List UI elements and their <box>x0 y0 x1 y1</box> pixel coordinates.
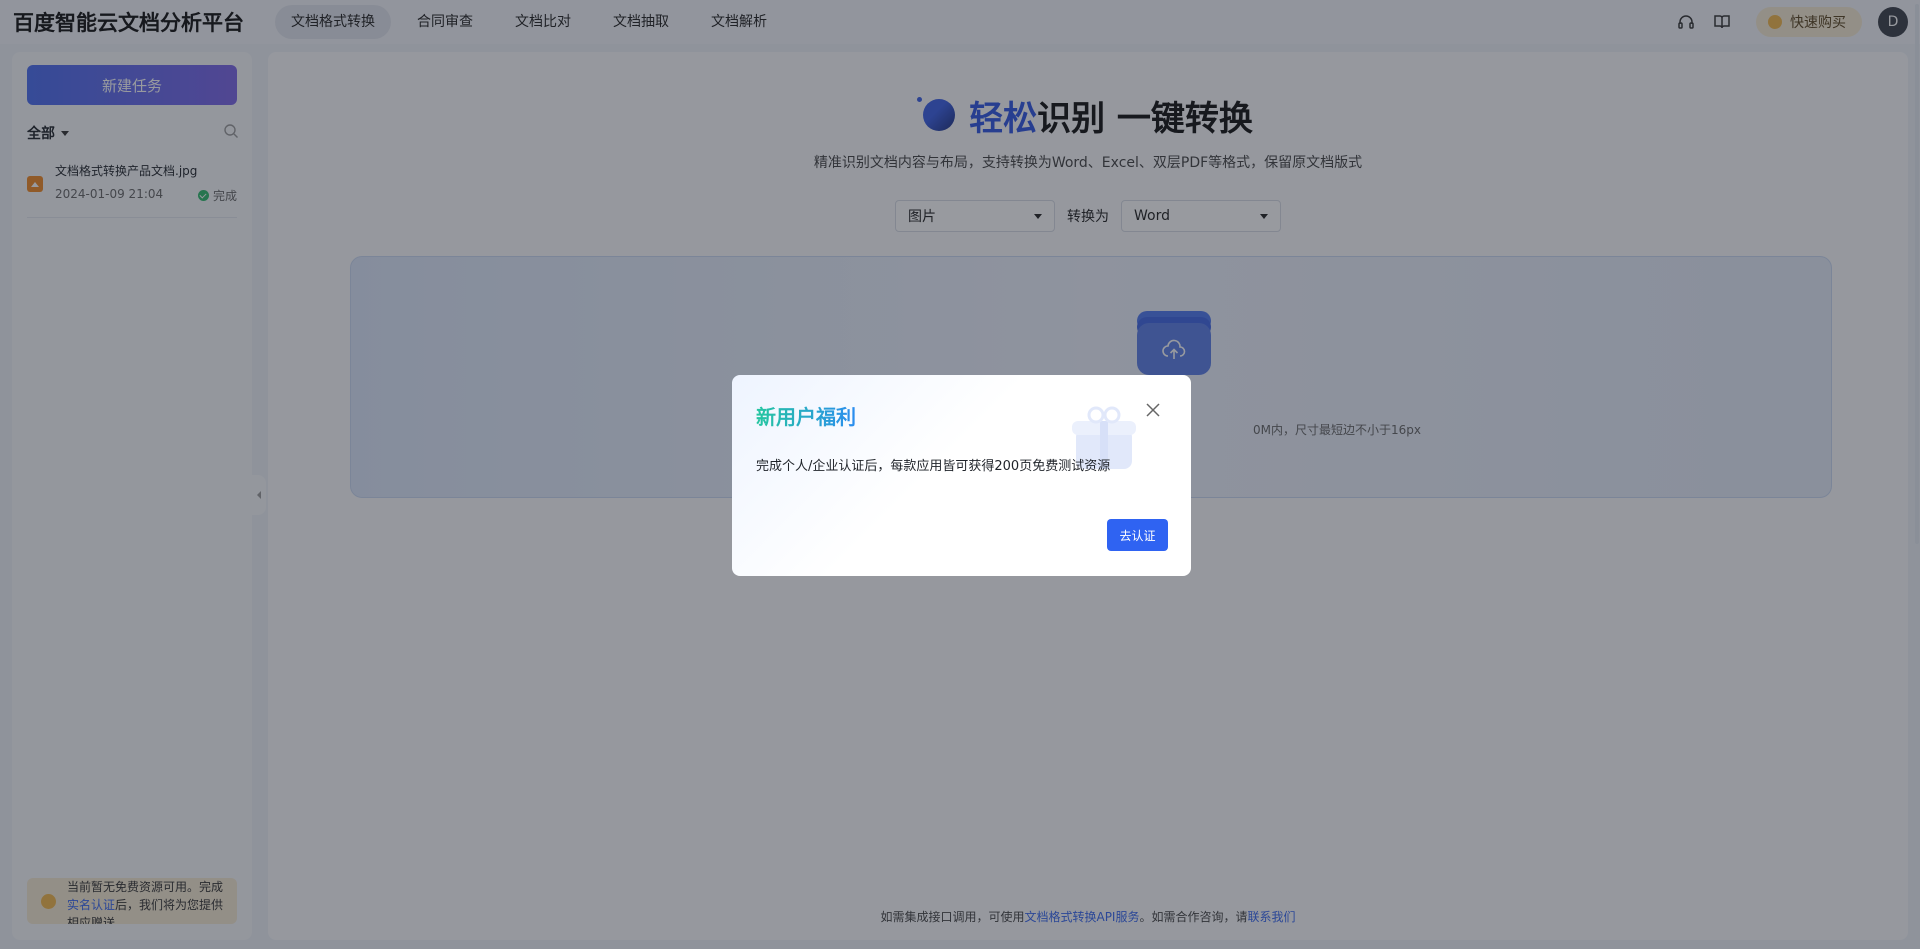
scrollbar-thumb[interactable] <box>1915 4 1919 544</box>
new-user-benefit-dialog: 新用户福利 完成个人/企业认证后，每款应用皆可获得200页免费测试资源 去认证 <box>732 375 1191 576</box>
dialog-message: 完成个人/企业认证后，每款应用皆可获得200页免费测试资源 <box>756 459 1111 474</box>
page-scrollbar[interactable] <box>1914 0 1920 949</box>
dialog-title: 新用户福利 <box>756 401 856 430</box>
close-icon[interactable] <box>1144 401 1162 419</box>
go-verify-button[interactable]: 去认证 <box>1107 519 1168 551</box>
